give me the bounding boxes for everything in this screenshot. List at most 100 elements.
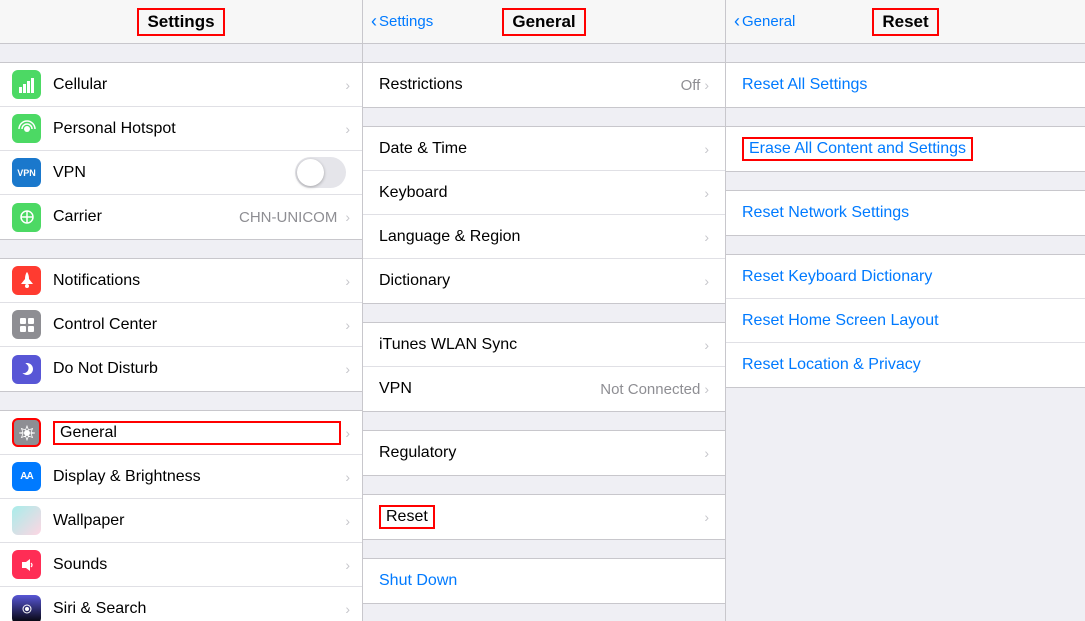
vpn-value: Not Connected (600, 381, 700, 398)
wallpaper-label: Wallpaper (53, 512, 341, 530)
m-section-regulatory: Regulatory › (363, 430, 725, 476)
cellular-chevron: › (345, 77, 350, 93)
section-system: Notifications › Control Center › Do Not … (0, 258, 362, 392)
keyboard-chevron: › (704, 185, 709, 201)
m-row-restrictions[interactable]: Restrictions Off › (363, 63, 725, 107)
m-row-vpn[interactable]: VPN Not Connected › (363, 367, 725, 411)
right-nav-title: Reset (872, 8, 938, 36)
sidebar-item-cellular[interactable]: Cellular › (0, 63, 362, 107)
sidebar-item-hotspot[interactable]: Personal Hotspot › (0, 107, 362, 151)
m-divider4 (363, 412, 725, 430)
reset-home-label: Reset Home Screen Layout (742, 312, 939, 330)
m-row-language[interactable]: Language & Region › (363, 215, 725, 259)
m-divider1 (363, 44, 725, 62)
sidebar-item-wallpaper[interactable]: Wallpaper › (0, 499, 362, 543)
sidebar-item-do-not-disturb[interactable]: Do Not Disturb › (0, 347, 362, 391)
display-icon: AA (12, 462, 41, 491)
r-row-reset-home[interactable]: Reset Home Screen Layout (726, 299, 1085, 343)
vpn-chevron2: › (704, 381, 709, 397)
r-row-reset-all[interactable]: Reset All Settings (726, 63, 1085, 107)
middle-nav-back[interactable]: ‹ Settings (371, 11, 433, 32)
general-label: General (53, 421, 341, 445)
m-divider2 (363, 108, 725, 126)
shutdown-label: Shut Down (379, 572, 709, 590)
hotspot-chevron: › (345, 121, 350, 137)
left-nav-title: Settings (137, 8, 224, 36)
r-section-2: Erase All Content and Settings (726, 126, 1085, 172)
sidebar-item-control-center[interactable]: Control Center › (0, 303, 362, 347)
divider2 (0, 240, 362, 258)
left-nav-bar: Settings (0, 0, 362, 44)
right-nav-back-label: General (742, 13, 795, 30)
sidebar-item-notifications[interactable]: Notifications › (0, 259, 362, 303)
m-section-reset: Reset › (363, 494, 725, 540)
m-row-shutdown[interactable]: Shut Down (363, 559, 725, 603)
sounds-icon (12, 550, 41, 579)
control-center-icon (12, 310, 41, 339)
sounds-label: Sounds (53, 556, 341, 574)
general-icon (12, 418, 41, 447)
wallpaper-icon (12, 506, 41, 535)
restrictions-chevron: › (704, 77, 709, 93)
siri-chevron: › (345, 601, 350, 617)
vpn-toggle[interactable] (295, 157, 346, 188)
m-row-itunes[interactable]: iTunes WLAN Sync › (363, 323, 725, 367)
m-section-restrictions: Restrictions Off › (363, 62, 725, 108)
language-label: Language & Region (379, 228, 704, 246)
sidebar-item-vpn[interactable]: VPN VPN (0, 151, 362, 195)
r-divider3 (726, 172, 1085, 190)
sidebar-item-siri[interactable]: Siri & Search › (0, 587, 362, 621)
m-section-datetime: Date & Time › Keyboard › Language & Regi… (363, 126, 725, 304)
m-row-keyboard[interactable]: Keyboard › (363, 171, 725, 215)
right-panel: ‹ General Reset Reset All Settings Erase… (726, 0, 1085, 621)
r-divider1 (726, 44, 1085, 62)
r-section-1: Reset All Settings (726, 62, 1085, 108)
erase-all-label: Erase All Content and Settings (742, 137, 973, 161)
m-row-regulatory[interactable]: Regulatory › (363, 431, 725, 475)
regulatory-chevron: › (704, 445, 709, 461)
dictionary-label: Dictionary (379, 272, 704, 290)
keyboard-label: Keyboard (379, 184, 704, 202)
carrier-icon (12, 203, 41, 232)
divider (0, 44, 362, 62)
wallpaper-chevron: › (345, 513, 350, 529)
siri-icon (12, 595, 41, 621)
left-panel: Settings Cellular › Personal Hotspot › V… (0, 0, 363, 621)
r-divider4 (726, 236, 1085, 254)
reset-keyboard-label: Reset Keyboard Dictionary (742, 268, 932, 286)
r-row-reset-location[interactable]: Reset Location & Privacy (726, 343, 1085, 387)
right-back-chevron-icon: ‹ (734, 11, 740, 32)
r-row-erase-all[interactable]: Erase All Content and Settings (726, 127, 1085, 171)
sidebar-item-general[interactable]: General › (0, 411, 362, 455)
m-section-sync: iTunes WLAN Sync › VPN Not Connected › (363, 322, 725, 412)
regulatory-label: Regulatory (379, 444, 704, 462)
notifications-label: Notifications (53, 272, 341, 290)
reset-network-label: Reset Network Settings (742, 204, 909, 222)
control-center-label: Control Center (53, 316, 341, 334)
sidebar-item-display[interactable]: AA Display & Brightness › (0, 455, 362, 499)
section-apps: General › AA Display & Brightness › Wall… (0, 410, 362, 621)
hotspot-label: Personal Hotspot (53, 120, 341, 138)
right-nav-back[interactable]: ‹ General (734, 11, 795, 32)
do-not-disturb-icon (12, 355, 41, 384)
siri-label: Siri & Search (53, 600, 341, 618)
m-row-date-time[interactable]: Date & Time › (363, 127, 725, 171)
reset-label: Reset (379, 505, 704, 529)
r-row-reset-keyboard[interactable]: Reset Keyboard Dictionary (726, 255, 1085, 299)
r-divider2 (726, 108, 1085, 126)
r-section-3: Reset Network Settings (726, 190, 1085, 236)
sidebar-item-carrier[interactable]: Carrier CHN-UNICOM › (0, 195, 362, 239)
carrier-label: Carrier (53, 208, 239, 226)
m-divider6 (363, 540, 725, 558)
notifications-chevron: › (345, 273, 350, 289)
sidebar-item-sounds[interactable]: Sounds › (0, 543, 362, 587)
toggle-knob (297, 159, 324, 186)
display-chevron: › (345, 469, 350, 485)
display-label: Display & Brightness (53, 468, 341, 486)
m-row-reset[interactable]: Reset › (363, 495, 725, 539)
m-row-dictionary[interactable]: Dictionary › (363, 259, 725, 303)
middle-settings-list: Restrictions Off › Date & Time › Keyboar… (363, 44, 725, 621)
middle-nav-title: General (502, 8, 585, 36)
r-row-reset-network[interactable]: Reset Network Settings (726, 191, 1085, 235)
reset-all-label: Reset All Settings (742, 76, 867, 94)
